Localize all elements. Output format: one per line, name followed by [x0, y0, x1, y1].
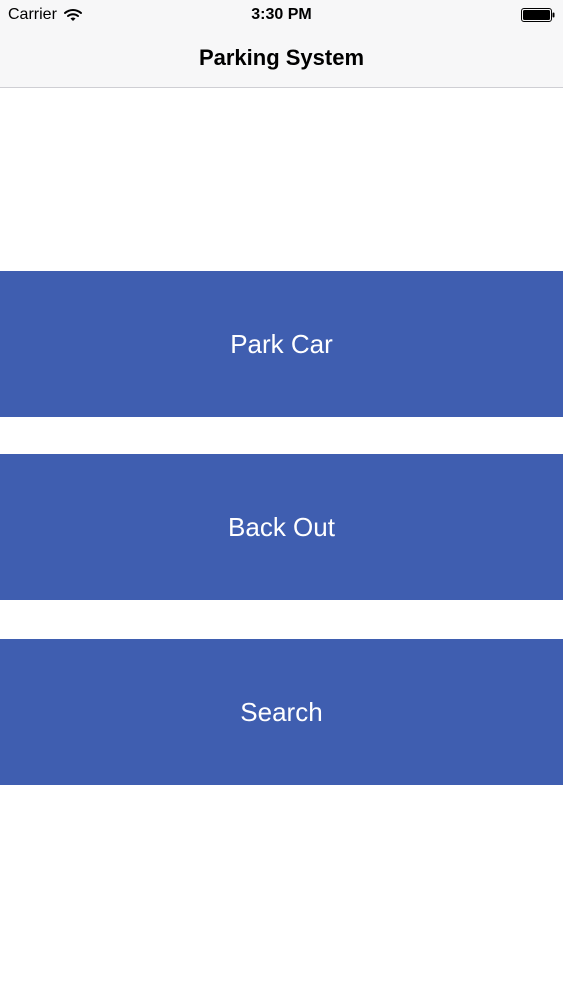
- navigation-bar: Parking System: [0, 30, 563, 88]
- search-button[interactable]: Search: [0, 639, 563, 785]
- battery-icon: [521, 8, 555, 22]
- status-time: 3:30 PM: [251, 6, 312, 23]
- back-out-button[interactable]: Back Out: [0, 454, 563, 600]
- page-title: Parking System: [198, 45, 365, 70]
- status-bar: Carrier 3:30 PM: [0, 0, 563, 30]
- park-car-button[interactable]: Park Car: [0, 271, 563, 417]
